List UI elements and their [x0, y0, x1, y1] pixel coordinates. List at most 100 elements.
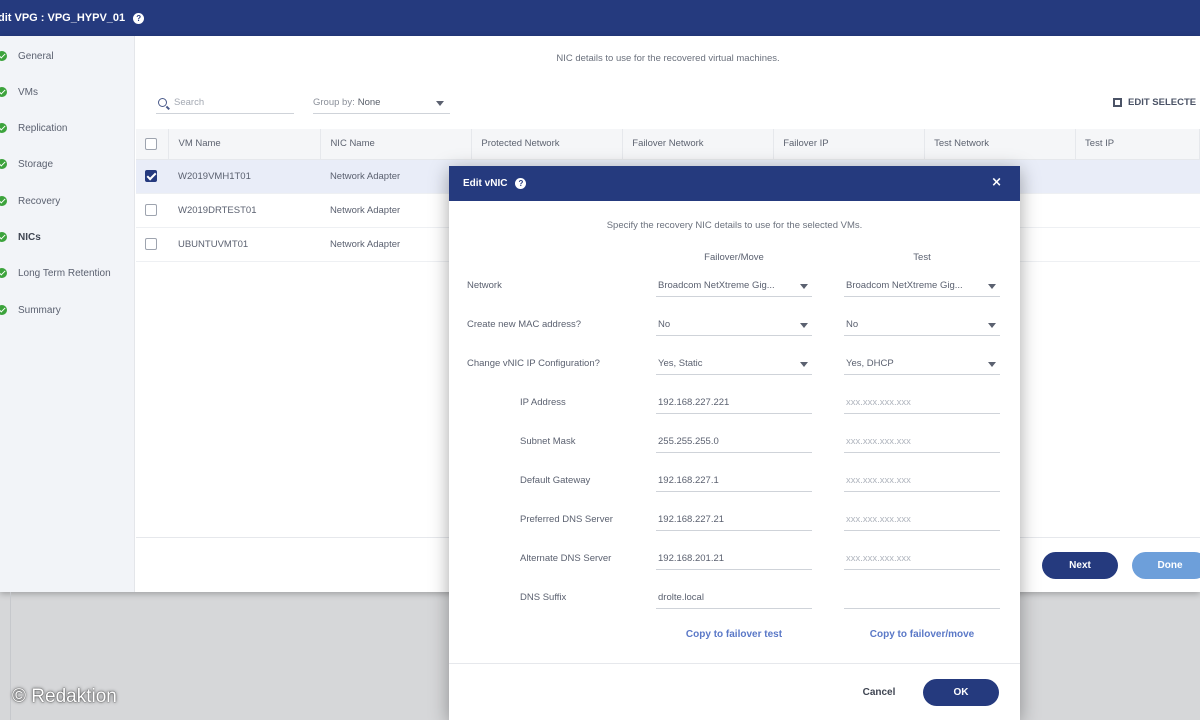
copy-to-failover-test-link[interactable]: Copy to failover test [656, 629, 812, 640]
test-alternate-dns-field[interactable]: xxx.xxx.xxx.xxx [844, 548, 1000, 570]
check-circle-icon [0, 51, 7, 61]
test-dns-suffix-field[interactable] [844, 587, 1000, 609]
close-icon[interactable]: × [991, 176, 1002, 189]
failover-subnet-mask-field[interactable]: 255.255.255.0 [656, 431, 812, 453]
dialog-header: Edit vNIC ? × [449, 166, 1020, 201]
failover-dns-suffix-field[interactable]: drolte.local [656, 587, 812, 609]
select-value: Broadcom NetXtreme Gig... [658, 280, 775, 291]
next-button[interactable]: Next [1042, 552, 1118, 579]
step-label: NICs [18, 231, 41, 243]
step-label: Replication [18, 122, 68, 134]
failover-alternate-dns-field[interactable]: 192.168.201.21 [656, 548, 812, 570]
row-checkbox[interactable] [145, 238, 157, 250]
select-value: Broadcom NetXtreme Gig... [846, 280, 963, 291]
row-checkbox[interactable] [145, 204, 157, 216]
default-gateway-label: Default Gateway [520, 475, 591, 486]
vm-name-cell: W2019VMH1T01 [168, 159, 321, 194]
chevron-down-icon [988, 362, 996, 367]
vm-name-cell: UBUNTUVMT01 [168, 227, 321, 262]
select-value: Yes, Static [658, 358, 703, 369]
test-subnet-mask-field[interactable]: xxx.xxx.xxx.xxx [844, 431, 1000, 453]
test-mac-select[interactable]: No [844, 314, 1000, 336]
column-header[interactable]: Failover Network [622, 129, 775, 160]
page-hint: NIC details to use for the recovered vir… [556, 53, 780, 64]
window-title: dit VPG : VPG_HYPV_01 [0, 12, 126, 24]
chevron-down-icon [800, 362, 808, 367]
step-label: General [18, 50, 54, 62]
help-icon[interactable]: ? [515, 178, 527, 189]
edit-selected-label: EDIT SELECTE [1128, 97, 1197, 108]
step-general[interactable]: General [0, 46, 54, 66]
window-titlebar: dit VPG : VPG_HYPV_01 ? [0, 0, 1200, 36]
done-button[interactable]: Done [1132, 552, 1200, 579]
search-input[interactable] [174, 97, 284, 108]
column-header[interactable]: Test Network [924, 129, 1077, 160]
step-storage[interactable]: Storage [0, 154, 53, 174]
failover-mac-select[interactable]: No [656, 314, 812, 336]
test-network-select[interactable]: Broadcom NetXtreme Gig... [844, 275, 1000, 297]
dns-suffix-label: DNS Suffix [520, 592, 567, 603]
step-label: Storage [18, 158, 54, 170]
group-by-label: Group by: [313, 97, 355, 108]
cancel-button[interactable]: Cancel [844, 679, 914, 705]
table-header-row: VM Name NIC Name Protected Network Failo… [136, 129, 1200, 160]
check-circle-icon [0, 123, 7, 133]
failover-preferred-dns-field[interactable]: 192.168.227.21 [656, 509, 812, 531]
step-vms[interactable]: VMs [0, 82, 38, 102]
copyright-watermark: © Redaktion [12, 686, 117, 707]
select-value: Yes, DHCP [846, 358, 894, 369]
vm-name-cell: W2019DRTEST01 [168, 193, 321, 228]
group-by-value: None [357, 97, 381, 108]
column-failover-move: Failover/Move [704, 252, 764, 263]
help-icon[interactable]: ? [133, 12, 145, 24]
failover-network-select[interactable]: Broadcom NetXtreme Gig... [656, 275, 812, 297]
chevron-down-icon [800, 323, 808, 328]
step-nics[interactable]: NICs [0, 227, 41, 247]
column-header[interactable]: VM Name [168, 129, 322, 160]
test-ip-config-select[interactable]: Yes, DHCP [844, 353, 1000, 375]
column-header[interactable]: Failover IP [773, 129, 926, 160]
subnet-mask-label: Subnet Mask [520, 436, 576, 447]
step-label: Recovery [18, 195, 61, 207]
edit-selected-button[interactable]: EDIT SELECTE [1113, 97, 1196, 108]
check-circle-icon [0, 305, 7, 315]
step-label: Summary [18, 304, 61, 316]
group-by-select[interactable]: Group by: None [313, 92, 450, 114]
step-recovery[interactable]: Recovery [0, 191, 60, 211]
check-circle-icon [0, 87, 7, 97]
select-all-cell[interactable] [136, 129, 170, 160]
check-circle-icon [0, 196, 7, 206]
dialog-title: Edit vNIC [463, 178, 508, 189]
dialog-footer-divider [449, 663, 1020, 664]
edit-vnic-dialog: Edit vNIC ? × Specify the recovery NIC d… [449, 166, 1020, 720]
step-label: VMs [18, 86, 38, 98]
test-ip-address-field[interactable]: xxx.xxx.xxx.xxx [844, 392, 1000, 414]
network-label: Network [467, 280, 502, 291]
select-value: No [846, 319, 859, 330]
failover-ip-address-field[interactable]: 192.168.227.221 [656, 392, 812, 414]
row-checkbox[interactable] [145, 170, 157, 182]
step-summary[interactable]: Summary [0, 300, 61, 320]
column-header[interactable]: NIC Name [320, 129, 473, 160]
failover-ip-config-select[interactable]: Yes, Static [656, 353, 812, 375]
chevron-down-icon [800, 284, 808, 289]
step-label: Long Term Retention [18, 267, 111, 279]
chevron-down-icon [436, 101, 444, 106]
check-circle-icon [0, 159, 7, 169]
copy-to-failover-move-link[interactable]: Copy to failover/move [844, 629, 1000, 640]
test-gateway-field[interactable]: xxx.xxx.xxx.xxx [844, 470, 1000, 492]
check-circle-icon [0, 232, 7, 242]
background-divider [10, 592, 11, 720]
column-header[interactable]: Protected Network [471, 129, 624, 160]
failover-gateway-field[interactable]: 192.168.227.1 [656, 470, 812, 492]
test-preferred-dns-field[interactable]: xxx.xxx.xxx.xxx [844, 509, 1000, 531]
select-all-checkbox[interactable] [145, 137, 157, 150]
ok-button[interactable]: OK [923, 679, 999, 706]
edit-list-icon [1113, 98, 1122, 107]
column-header[interactable]: Test IP [1075, 129, 1200, 160]
step-long-term-retention[interactable]: Long Term Retention [0, 263, 111, 283]
ip-config-label: Change vNIC IP Configuration? [467, 358, 600, 369]
chevron-down-icon [988, 323, 996, 328]
search-box[interactable] [156, 92, 294, 114]
step-replication[interactable]: Replication [0, 118, 67, 138]
